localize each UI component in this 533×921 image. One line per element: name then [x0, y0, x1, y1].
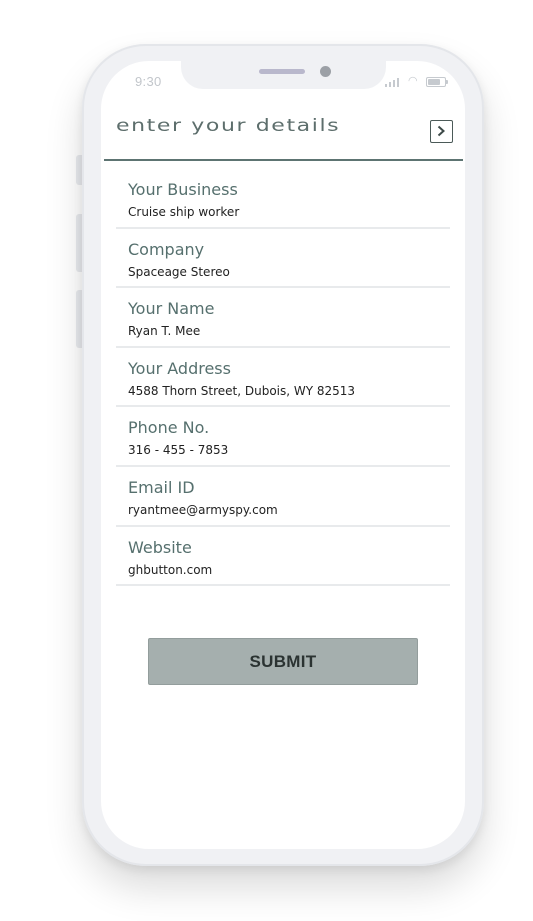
- field-label: Your Address: [128, 358, 231, 378]
- chevron-right-icon: [437, 125, 445, 137]
- field-company[interactable]: Company: [116, 231, 450, 289]
- app-preview: 9:30 ◠ enter your details Your Business …: [0, 0, 533, 921]
- field-label: Your Name: [128, 299, 215, 319]
- field-your-business[interactable]: Your Business: [116, 171, 450, 229]
- your-address-input[interactable]: [128, 383, 438, 398]
- header-divider: [104, 159, 463, 161]
- page-header: enter your details: [101, 113, 465, 163]
- notch: [181, 61, 386, 89]
- phone-screen: 9:30 ◠ enter your details Your Business …: [101, 61, 465, 849]
- field-label: Email ID: [128, 477, 195, 497]
- battery-level: [428, 79, 440, 85]
- company-input[interactable]: [128, 264, 438, 279]
- submit-button[interactable]: SUBMIT: [148, 638, 418, 685]
- field-label: Company: [128, 239, 205, 259]
- field-phone-no[interactable]: Phone No.: [116, 409, 450, 467]
- field-label: Phone No.: [128, 418, 210, 438]
- battery-icon: [426, 77, 446, 87]
- status-bar: 9:30 ◠: [101, 61, 465, 105]
- field-your-address[interactable]: Your Address: [116, 350, 450, 408]
- next-button[interactable]: [430, 120, 453, 143]
- status-time: 9:30: [135, 74, 162, 89]
- speaker-grille: [259, 69, 305, 74]
- status-icons: ◠: [385, 75, 451, 89]
- field-label: Your Business: [128, 180, 238, 199]
- front-camera: [320, 66, 331, 77]
- field-your-name[interactable]: Your Name: [116, 290, 450, 348]
- battery-tip: [446, 80, 448, 84]
- field-email-id[interactable]: Email ID: [116, 469, 450, 527]
- your-name-input[interactable]: [128, 324, 438, 339]
- field-website[interactable]: Website: [116, 529, 450, 587]
- field-label: Website: [128, 537, 192, 557]
- details-form: Your Business Company Your Name Your Add…: [116, 171, 450, 588]
- website-input[interactable]: [128, 562, 438, 577]
- wifi-icon: ◠: [408, 75, 418, 87]
- your-business-input[interactable]: [128, 205, 438, 219]
- page-title: enter your details: [116, 116, 341, 136]
- phone-number-input[interactable]: [128, 443, 438, 458]
- email-input[interactable]: [128, 502, 438, 517]
